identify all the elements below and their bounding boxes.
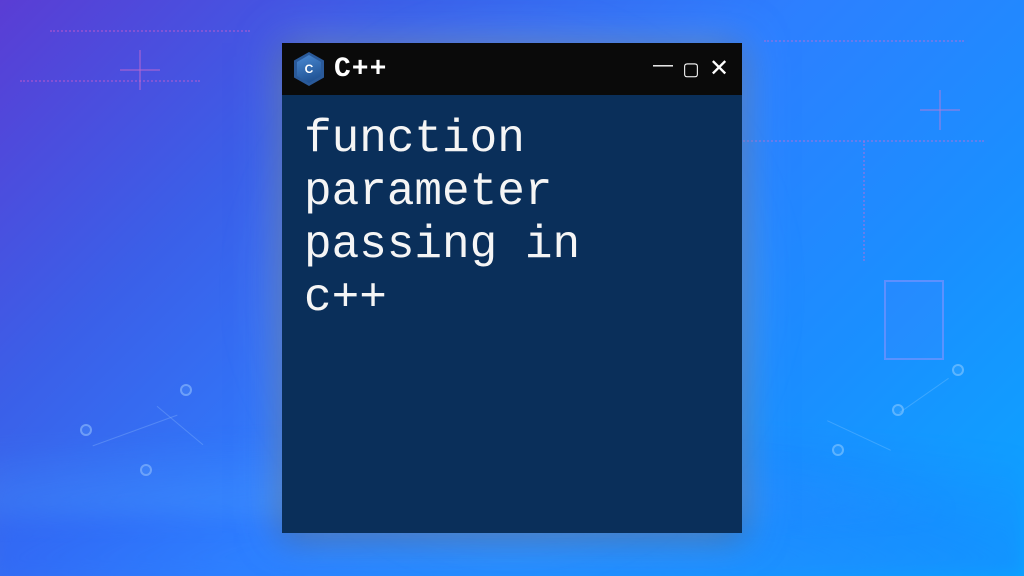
body-text: function parameter passing in c++ [304,113,720,325]
window-controls: — ▢ ✕ [652,57,730,81]
close-button[interactable]: ✕ [708,57,730,81]
window-body: function parameter passing in c++ [282,95,742,533]
cpp-icon: C [294,52,324,86]
minimize-button[interactable]: — [652,55,674,75]
window-title: C++ [334,54,642,85]
maximize-button[interactable]: ▢ [680,60,702,78]
terminal-window: C C++ — ▢ ✕ function parameter passing i… [282,43,742,533]
titlebar[interactable]: C C++ — ▢ ✕ [282,43,742,95]
